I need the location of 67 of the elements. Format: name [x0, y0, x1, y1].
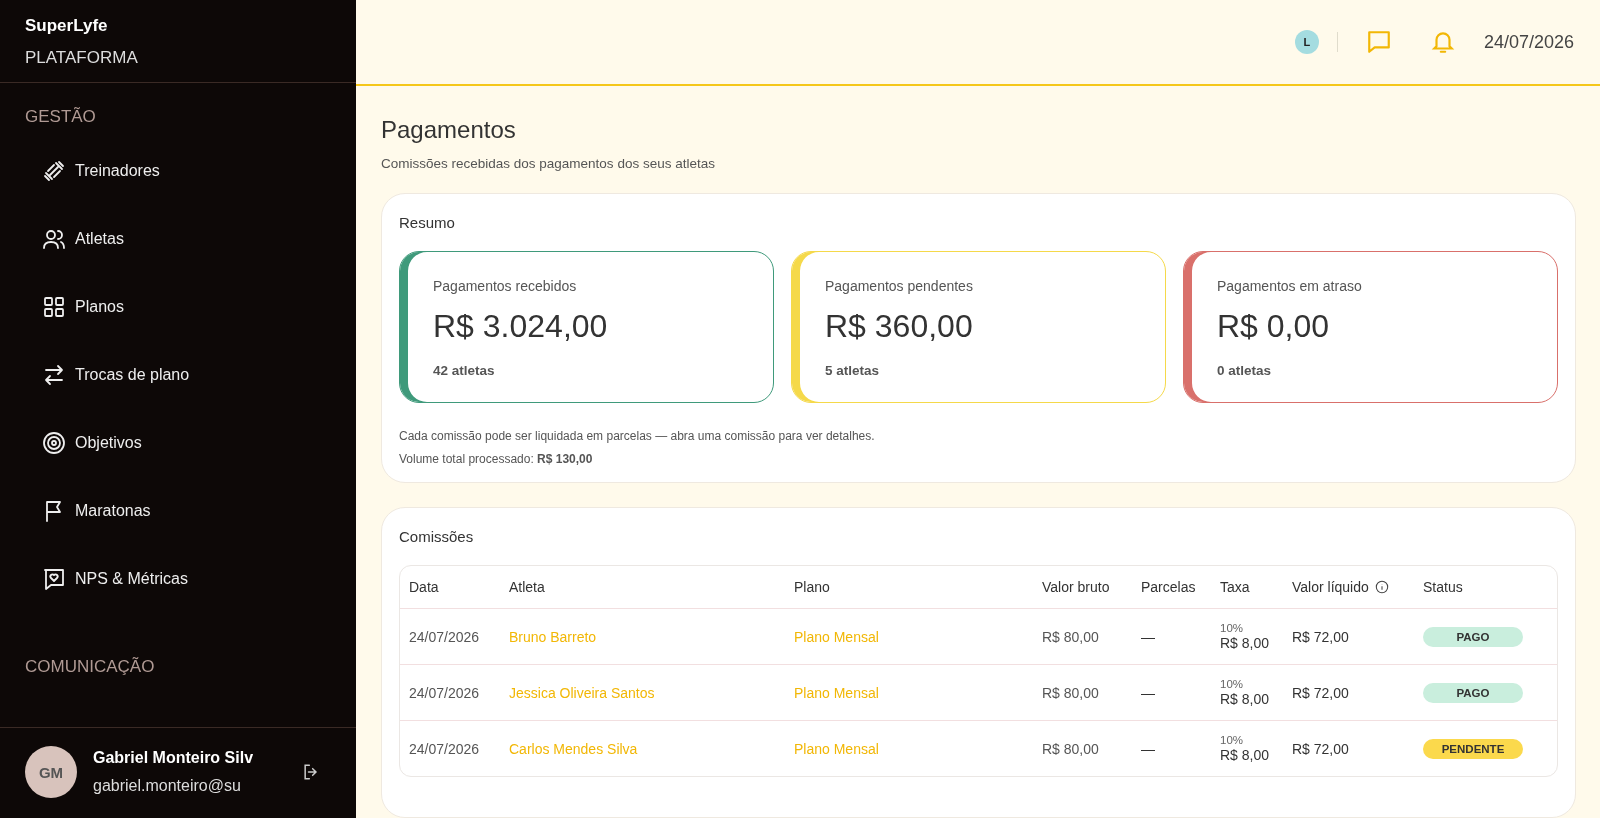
column-header: Valor bruto [1042, 579, 1110, 595]
date-cell: 24/07/2026 [409, 740, 480, 757]
status-badge: PENDENTE [1423, 738, 1523, 759]
column-header: Valor líquido [1292, 579, 1369, 595]
installments-cell: — [1141, 740, 1155, 757]
column-header: Status [1423, 579, 1463, 595]
user-avatar[interactable]: L [1294, 30, 1319, 54]
sidebar-item[interactable]: Atletas [25, 205, 331, 273]
stat-value: R$ 360,00 [825, 308, 974, 345]
fee-value: R$ 8,00 [1220, 691, 1270, 707]
target-icon [42, 431, 66, 455]
page-title: Pagamentos [381, 116, 517, 144]
sidebar-item[interactable]: Treinadores [25, 137, 331, 205]
stat-count: 5 atletas [825, 363, 881, 378]
sidebar-item[interactable]: Objetivos [25, 409, 331, 477]
column-header: Atleta [509, 579, 545, 595]
column-header: Data [409, 579, 439, 595]
brand-subtitle: PLATAFORMA [25, 48, 139, 68]
column-header: Parcelas [1141, 579, 1196, 595]
net-value: R$ 72,00 [1292, 740, 1349, 757]
dumbbell-icon [42, 159, 66, 183]
date-cell: 24/07/2026 [409, 628, 480, 645]
fee-rate: 10% [1220, 678, 1244, 690]
users-icon [42, 227, 66, 251]
gross-value: R$ 80,00 [1042, 628, 1099, 645]
current-date: 24/07/2026 [1483, 31, 1574, 53]
date-cell: 24/07/2026 [409, 684, 480, 701]
user-name: Gabriel Monteiro Silv [93, 749, 255, 767]
panel-title: Resumo [399, 214, 456, 231]
section-title: COMUNICAÇÃO [25, 657, 156, 677]
info-icon[interactable] [1374, 580, 1389, 594]
fee-rate: 10% [1220, 734, 1244, 746]
column-header: Plano [794, 579, 830, 595]
stat-label: Pagamentos pendentes [825, 278, 974, 294]
total-text: Volume total processado: R$ 130,00 [399, 452, 594, 466]
sidebar-item[interactable]: Planos [25, 273, 331, 341]
net-value: R$ 72,00 [1292, 628, 1349, 645]
installments-cell: — [1141, 628, 1155, 645]
net-value: R$ 72,00 [1292, 684, 1349, 701]
fee-value: R$ 8,00 [1220, 635, 1270, 651]
section-title: GESTÃO [25, 107, 97, 127]
sidebar-item[interactable]: Maratonas [25, 477, 331, 545]
status-badge: PAGO [1423, 626, 1523, 647]
fee-rate: 10% [1220, 622, 1244, 634]
stat-count: 0 atletas [1217, 363, 1273, 378]
user-email: gabriel.monteiro@su [93, 777, 242, 795]
stat-value: R$ 3.024,00 [433, 308, 609, 345]
brand-name: SuperLyfe [25, 16, 109, 36]
column-header: Taxa [1220, 579, 1250, 595]
installments-cell: — [1141, 684, 1155, 701]
user-avatar: GM [25, 746, 77, 798]
page-subtitle: Comissões recebidas dos pagamentos dos seus atletas [381, 156, 716, 171]
stat-value: R$ 0,00 [1217, 308, 1331, 345]
heart-chat-icon [42, 567, 66, 591]
gross-value: R$ 80,00 [1042, 740, 1099, 757]
sidebar-item[interactable]: NPS & Métricas [25, 545, 331, 613]
stat-label: Pagamentos em atraso [1217, 278, 1363, 294]
stat-label: Pagamentos recebidos [433, 278, 578, 294]
gross-value: R$ 80,00 [1042, 684, 1099, 701]
status-badge: PAGO [1423, 682, 1523, 703]
panel-title: Comissões [399, 528, 475, 545]
note-text: Cada comissão pode ser liquidada em parcelas — abra uma comissão para ver detalhes. [399, 429, 876, 443]
grid-icon [42, 295, 66, 319]
sidebar-item[interactable]: Trocas de plano [25, 341, 331, 409]
stat-count: 42 atletas [433, 363, 496, 378]
fee-value: R$ 8,00 [1220, 747, 1270, 763]
arrows-icon [42, 363, 66, 387]
